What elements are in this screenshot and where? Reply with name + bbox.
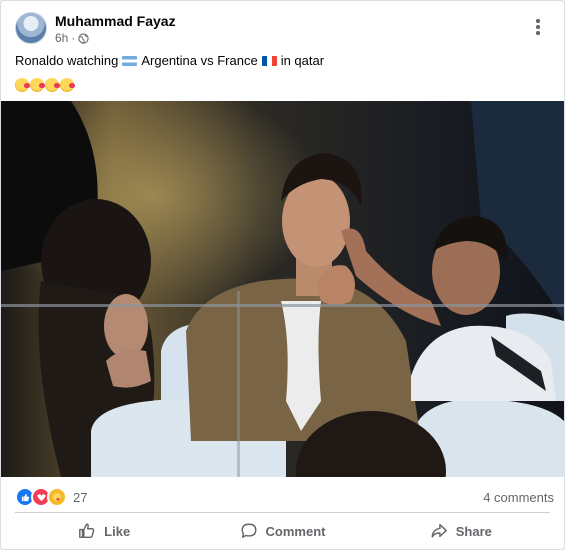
post-meta: 6h · [55,31,89,45]
caption-text-3: in qatar [280,53,325,68]
post-header: Muhammad Fayaz 6h · [15,11,550,47]
thumbs-up-icon [79,523,95,539]
comment-button[interactable]: Comment [193,516,371,546]
smiling-face-with-hearts-icon [45,78,60,92]
reaction-count: 27 [73,489,88,505]
care-icon [47,487,67,507]
comments-count[interactable]: 4 comments [483,490,554,505]
share-button[interactable]: Share [372,516,550,546]
stadium-photo [1,101,564,477]
dot-icon [536,25,540,29]
smiling-face-with-hearts-icon [15,78,30,92]
share-icon [431,523,447,538]
smiling-face-with-hearts-icon [30,78,45,92]
like-button[interactable]: Like [15,516,193,546]
dot-icon [536,31,540,35]
smiling-face-with-hearts-icon [60,78,75,92]
author-name[interactable]: Muhammad Fayaz [55,13,176,29]
argentina-flag-icon [122,55,138,66]
post-time[interactable]: 6h [55,31,68,45]
caption-emojis [15,78,75,92]
reaction-summary[interactable]: 27 [15,487,88,507]
share-label: Share [455,523,492,539]
comment-icon [241,523,256,539]
avatar[interactable] [15,12,47,44]
post-card: Muhammad Fayaz 6h · Ronaldo watching Arg… [0,0,565,550]
caption-text-1: Ronaldo watching [15,53,119,68]
dot-icon [536,19,540,23]
comment-label: Comment [265,523,326,539]
action-bar: Like Comment Share [15,516,550,546]
divider [15,512,550,513]
caption-text-2: Argentina vs France [141,53,258,68]
post-photo[interactable] [1,101,564,477]
more-options-button[interactable] [528,17,548,37]
france-flag-icon [261,55,277,66]
post-caption: Ronaldo watching Argentina vs France in … [15,53,324,68]
globe-icon[interactable] [78,32,89,44]
meta-separator: · [71,31,76,45]
like-label: Like [104,523,131,539]
